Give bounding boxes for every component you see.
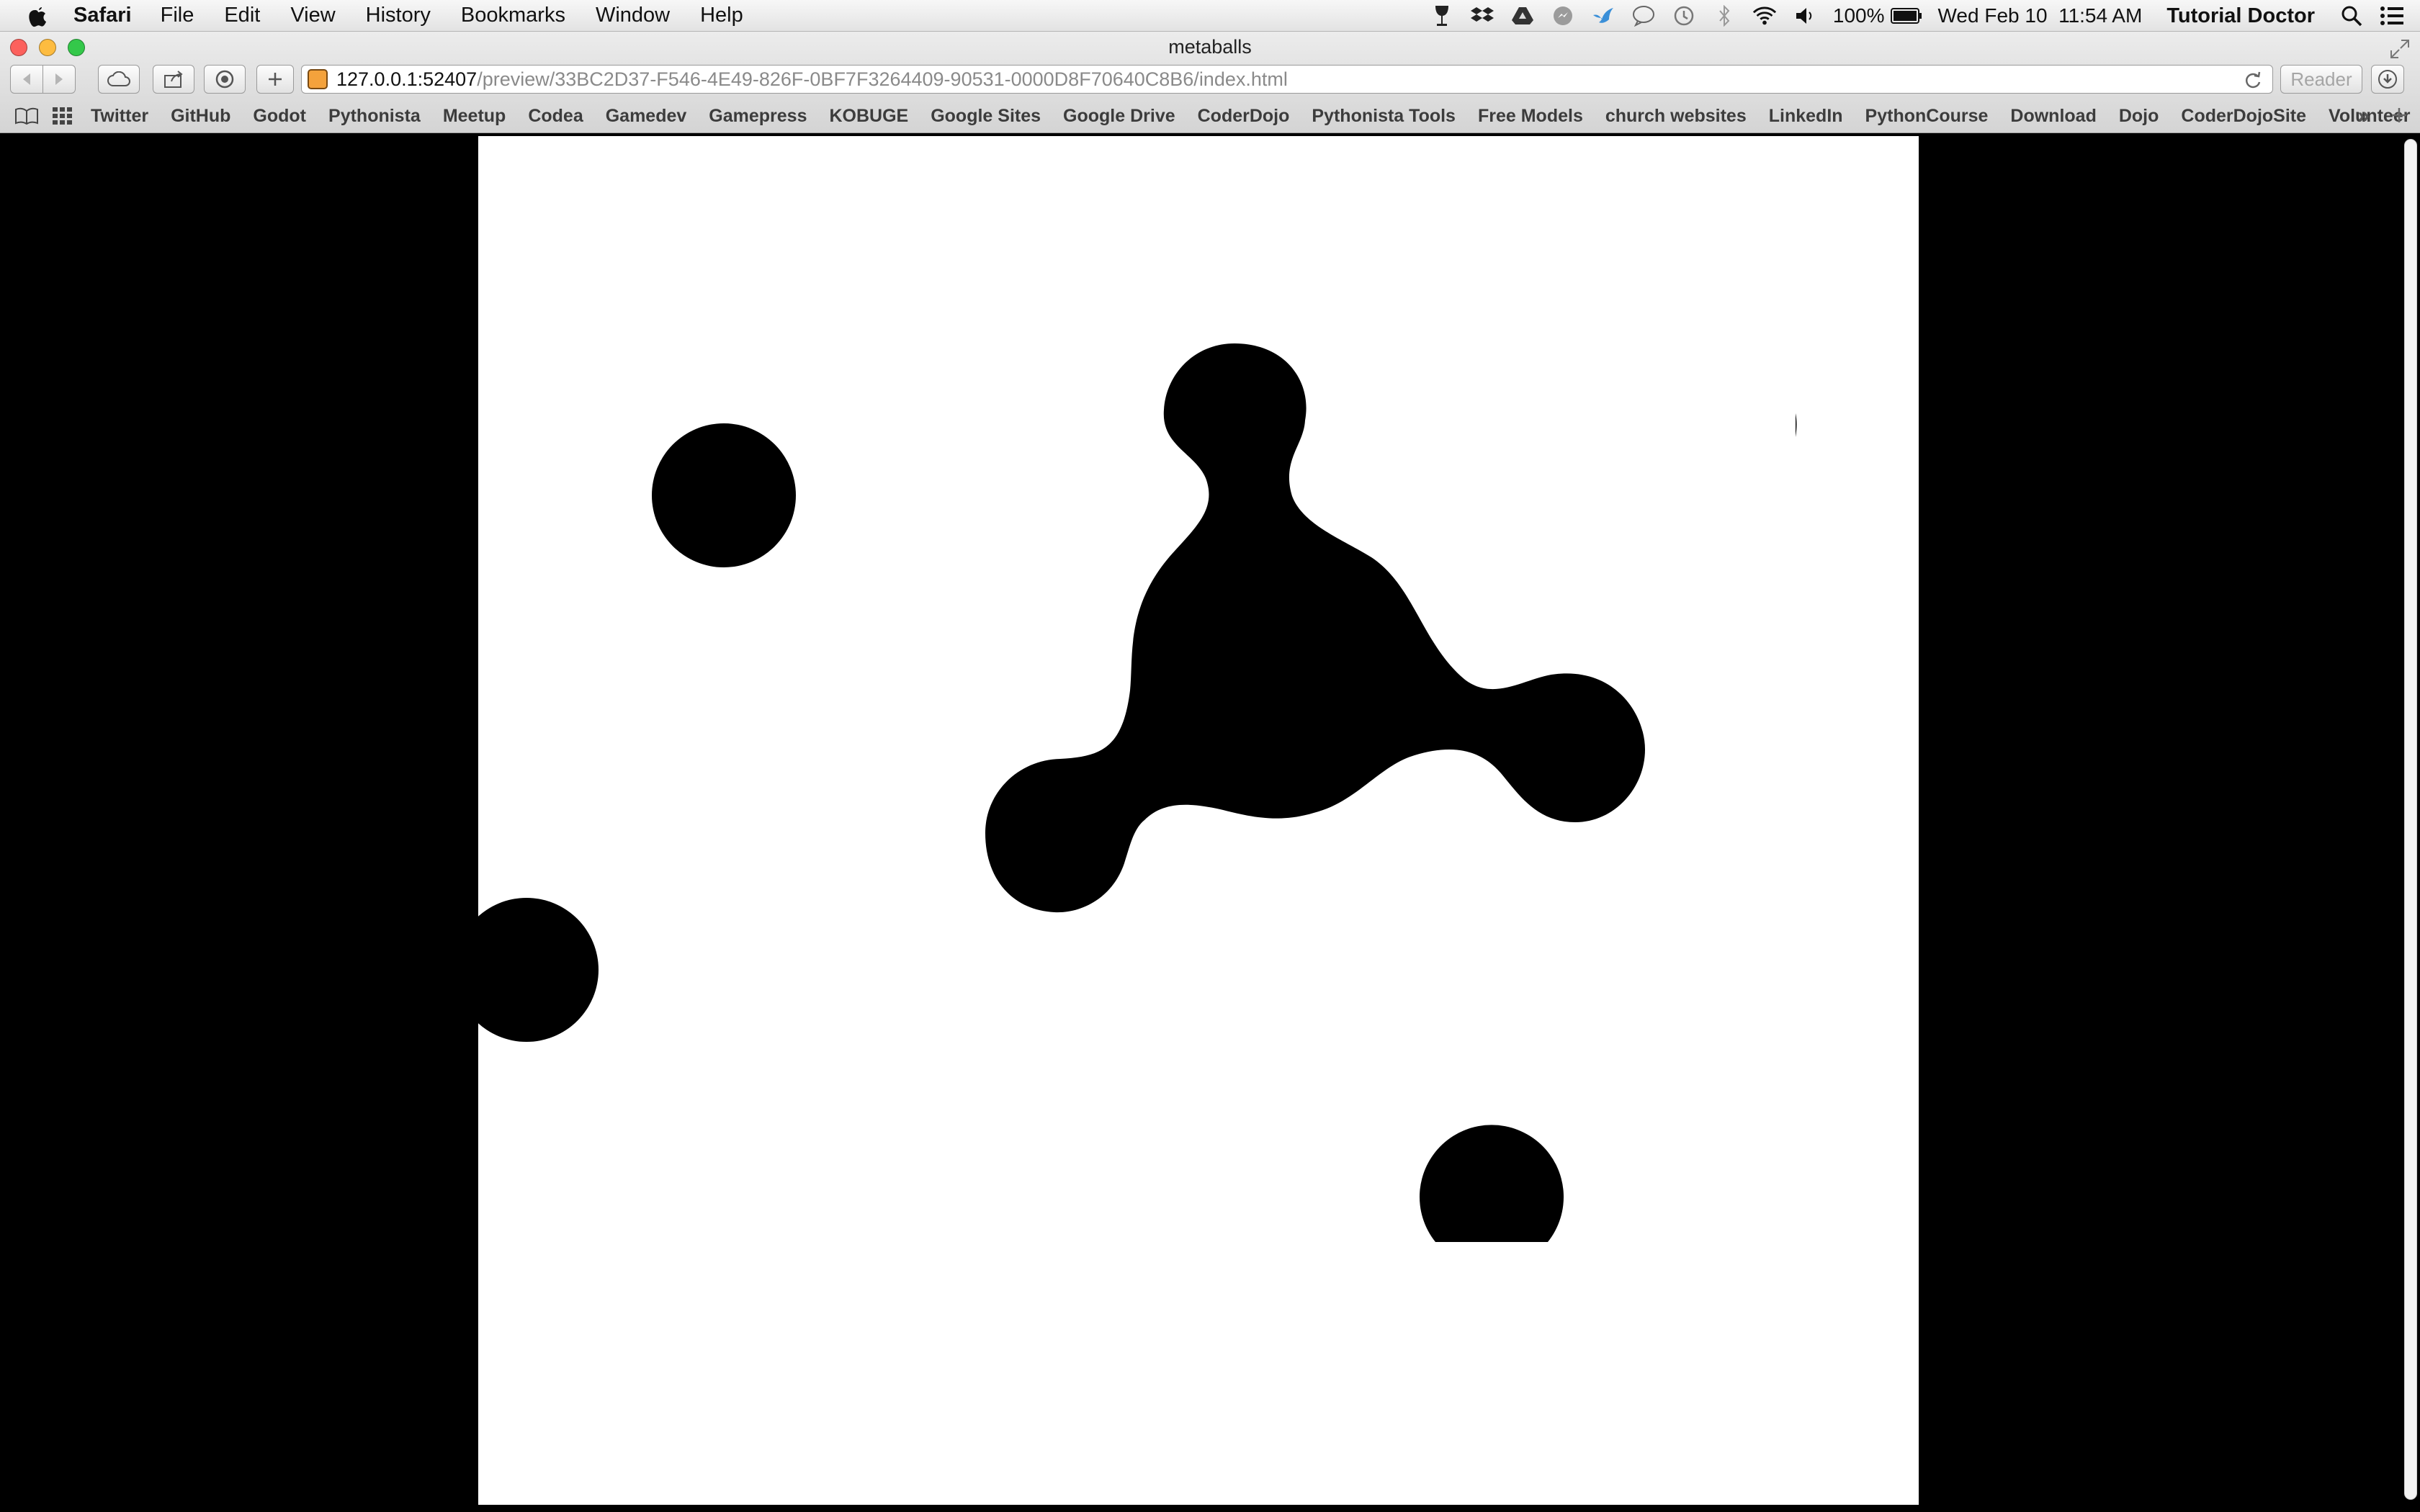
menu-history[interactable]: History	[366, 4, 431, 27]
bookmark-github[interactable]: GitHub	[171, 106, 230, 127]
top-sites-icon[interactable]	[52, 105, 73, 127]
extension-button[interactable]	[204, 65, 246, 94]
bookmark-godot[interactable]: Godot	[253, 106, 306, 127]
bookmark-coderdojosite[interactable]: CoderDojoSite	[2181, 106, 2306, 127]
battery-icon[interactable]	[1890, 4, 1922, 28]
downloads-button[interactable]	[2371, 65, 2404, 94]
bookmark-coderdojo[interactable]: CoderDojo	[1198, 106, 1290, 127]
reload-icon[interactable]	[2242, 70, 2262, 90]
bluetooth-icon[interactable]	[1712, 4, 1736, 28]
volume-icon[interactable]	[1793, 4, 1817, 28]
window-title: metaballs	[1168, 36, 1252, 58]
add-bookmark-icon[interactable]	[2384, 102, 2414, 128]
reading-list-icon[interactable]	[14, 105, 39, 127]
wifi-icon[interactable]	[1752, 4, 1777, 28]
dropbox-icon[interactable]	[1470, 4, 1494, 28]
bookmark-download[interactable]: Download	[2010, 106, 2096, 127]
metaball-bottom-clipped	[1419, 1125, 1564, 1242]
new-tab-button[interactable]	[256, 65, 294, 94]
web-content	[0, 133, 2420, 1512]
bookmark-pythonista-tools[interactable]: Pythonista Tools	[1312, 106, 1456, 127]
fullscreen-icon[interactable]	[2390, 39, 2410, 59]
bird-icon[interactable]	[1591, 4, 1615, 28]
bookmark-kobuge[interactable]: KOBUGE	[829, 106, 908, 127]
url-host: 127.0.0.1:52407	[336, 68, 478, 90]
forward-button[interactable]	[42, 65, 76, 94]
bookmarks-overflow-chevron-icon[interactable]: »	[2357, 104, 2370, 128]
menu-view[interactable]: View	[290, 4, 335, 27]
messenger-icon[interactable]	[1551, 4, 1575, 28]
bookmark-codea[interactable]: Codea	[528, 106, 583, 127]
merged-metaball-cluster	[985, 343, 1645, 913]
metaball-right-sliver	[1796, 413, 1797, 437]
menu-file[interactable]: File	[161, 4, 194, 27]
bookmark-google-drive[interactable]: Google Drive	[1063, 106, 1175, 127]
time-machine-icon[interactable]	[1672, 4, 1696, 28]
bookmark-dojo[interactable]: Dojo	[2119, 106, 2159, 127]
clock[interactable]: Wed Feb 10 11:54 AM	[1938, 4, 2143, 27]
bookmark-free-models[interactable]: Free Models	[1478, 106, 1583, 127]
address-bar[interactable]: 127.0.0.1:52407 /preview/33BC2D37-F546-4…	[301, 65, 2273, 94]
status-area: 100% Wed Feb 10 11:54 AM Tutorial Doctor	[1414, 0, 2404, 32]
window-titlebar: metaballs 127.0.0.1:52407 /preview/33BC2…	[0, 32, 2420, 133]
user-menu[interactable]: Tutorial Doctor	[2166, 4, 2315, 28]
bookmark-linkedin[interactable]: LinkedIn	[1769, 106, 1843, 127]
metaballs-canvas[interactable]	[478, 136, 1919, 1505]
site-favicon-icon	[308, 69, 328, 89]
bookmark-google-sites[interactable]: Google Sites	[931, 106, 1041, 127]
vertical-scrollbar[interactable]	[2404, 139, 2417, 1500]
bookmark-gamedev[interactable]: Gamedev	[606, 106, 687, 127]
share-button[interactable]	[153, 65, 194, 94]
chat-icon[interactable]	[1631, 4, 1656, 28]
icloud-tabs-button[interactable]	[98, 65, 140, 94]
notification-center-icon[interactable]	[2380, 4, 2404, 28]
bookmark-meetup[interactable]: Meetup	[443, 106, 506, 127]
back-button[interactable]	[10, 65, 43, 94]
menu-window[interactable]: Window	[596, 4, 670, 27]
metaballs-drawing	[478, 343, 1797, 1242]
url-path: /preview/33BC2D37-F546-4E49-826F-0BF7F32…	[477, 68, 1288, 90]
spotlight-search-icon[interactable]	[2339, 4, 2364, 28]
menu-help[interactable]: Help	[700, 4, 743, 27]
bookmark-pythoncourse[interactable]: PythonCourse	[1865, 106, 1989, 127]
bookmark-twitter[interactable]: Twitter	[91, 106, 148, 127]
bookmarks-bar: Twitter GitHub Godot Pythonista Meetup C…	[0, 101, 2420, 131]
menu-bar: Safari File Edit View History Bookmarks …	[0, 0, 2420, 32]
apple-menu-icon[interactable]	[26, 3, 55, 29]
battery-percentage: 100%	[1832, 4, 1885, 27]
menu-edit[interactable]: Edit	[224, 4, 260, 27]
toolbar: 127.0.0.1:52407 /preview/33BC2D37-F546-4…	[0, 65, 2420, 95]
reader-button[interactable]: Reader	[2280, 65, 2362, 94]
bookmark-gamepress[interactable]: Gamepress	[709, 106, 807, 127]
metaball-left-edge	[478, 898, 599, 1042]
google-drive-icon[interactable]	[1510, 4, 1535, 28]
wine-glass-icon[interactable]	[1430, 4, 1454, 28]
bookmark-church-websites[interactable]: church websites	[1605, 106, 1747, 127]
menu-bookmarks[interactable]: Bookmarks	[461, 4, 565, 27]
app-name[interactable]: Safari	[73, 4, 132, 27]
bookmark-pythonista[interactable]: Pythonista	[328, 106, 421, 127]
metaball-top-left	[652, 423, 796, 567]
